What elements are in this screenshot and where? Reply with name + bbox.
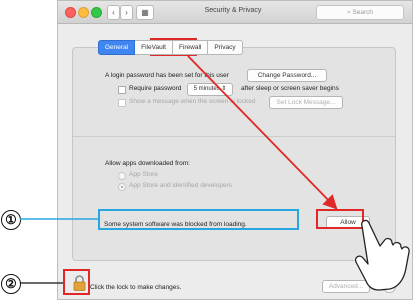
advanced-button[interactable]: Advanced... (322, 280, 370, 293)
callout-1: ① (1, 210, 21, 230)
forward-button[interactable]: › (120, 5, 133, 20)
help-button[interactable]: ? (383, 280, 396, 293)
require-password-checkbox[interactable] (118, 86, 126, 94)
allow-apps-heading: Allow apps downloaded from: (105, 160, 190, 167)
lock-hint-text: Click the lock to make changes. (90, 284, 182, 291)
search-placeholder: Search (352, 9, 374, 16)
close-window-button[interactable] (65, 7, 76, 18)
allow-button-highlight (316, 209, 364, 229)
window-title: Security & Privacy (204, 7, 262, 14)
show-message-label: Show a message when the screen is locked (129, 98, 256, 105)
lock-highlight (63, 269, 90, 295)
change-password-button[interactable]: Change Password... (247, 69, 327, 82)
tab-bar: General FileVault Firewall Privacy (98, 40, 243, 55)
password-set-text: A login password has been set for this u… (105, 72, 229, 79)
require-password-label: Require password (129, 85, 182, 92)
tab-privacy[interactable]: Privacy (208, 40, 243, 55)
blocked-message-highlight (98, 209, 299, 230)
radio-app-store-label: App Store (129, 171, 158, 178)
minimize-window-button[interactable] (78, 7, 89, 18)
zoom-window-button[interactable] (91, 7, 102, 18)
tab-firewall[interactable]: Firewall (172, 40, 209, 55)
require-password-interval-select[interactable]: 5 minutes ⇕ (187, 83, 233, 96)
tab-filevault[interactable]: FileVault (135, 40, 173, 55)
title-bar: ‹ › ▦ Security & Privacy ⌕ Search (58, 1, 412, 24)
search-field[interactable]: ⌕ Search (316, 5, 404, 20)
divider (73, 136, 395, 137)
radio-app-store-identified-label: App Store and identified developers (129, 182, 232, 189)
chevron-updown-icon: ⇕ (221, 86, 227, 92)
callout-2: ② (1, 274, 21, 294)
after-sleep-text: after sleep or screen saver begins (241, 85, 339, 92)
radio-app-store-identified[interactable] (118, 183, 126, 191)
back-button[interactable]: ‹ (107, 5, 120, 20)
show-message-checkbox[interactable] (118, 99, 126, 107)
interval-value: 5 minutes (193, 86, 220, 92)
set-lock-message-button[interactable]: Set Lock Message... (269, 96, 343, 109)
show-all-grid-icon[interactable]: ▦ (136, 5, 154, 20)
tab-general[interactable]: General (98, 40, 136, 55)
radio-app-store[interactable] (118, 172, 126, 180)
